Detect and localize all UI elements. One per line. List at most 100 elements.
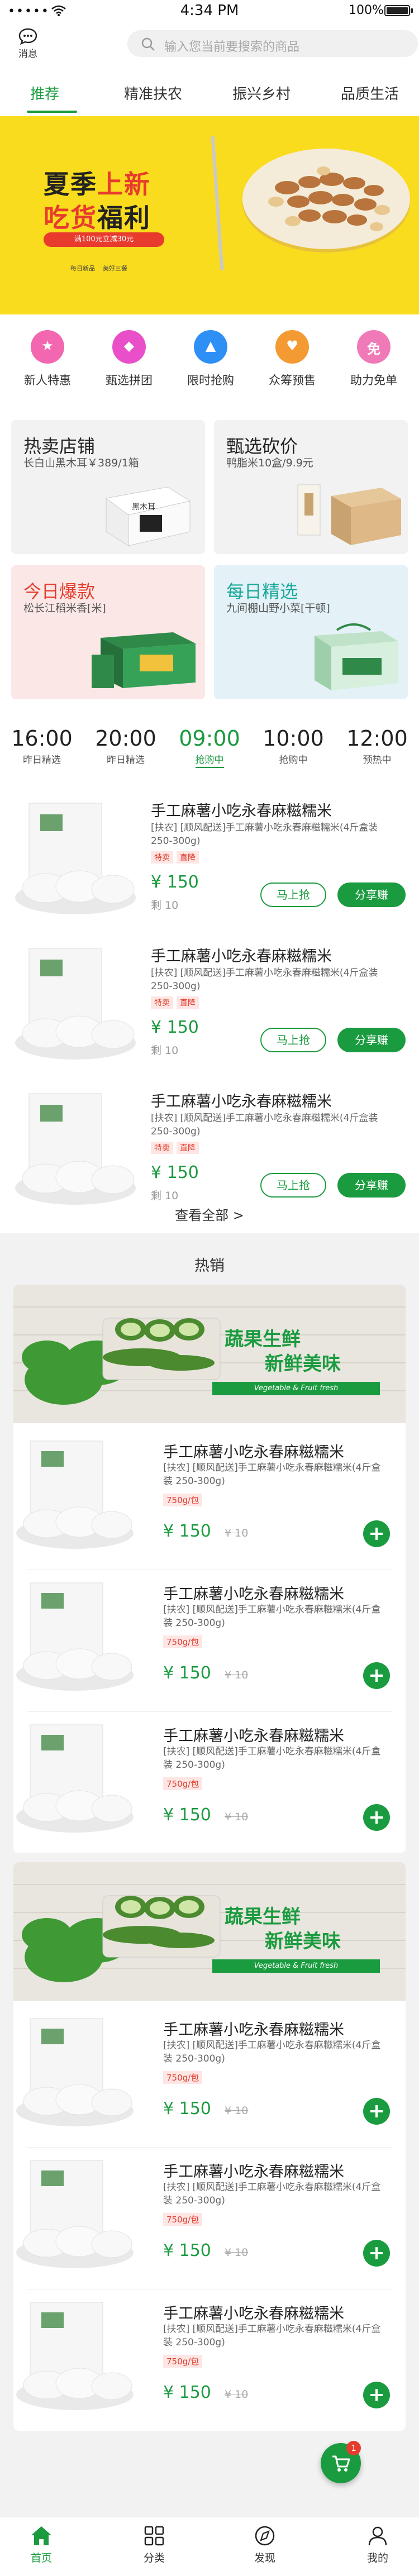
tab-quality-life[interactable]: 品质生活 — [341, 83, 399, 103]
nav-discover[interactable]: 发现 — [231, 2525, 298, 2565]
stock-remaining: 剩 10 — [151, 899, 179, 912]
heart-hand-icon: ♥ — [275, 330, 309, 364]
card-daily-pick[interactable]: 每日精选 九间棚山野小菜[干顿] — [214, 565, 408, 699]
stock-remaining: 剩 10 — [151, 1190, 179, 1202]
home-icon — [31, 2526, 51, 2545]
quick-crowdfunding[interactable]: ♥ 众筹预售 — [261, 330, 323, 388]
active-tab-indicator — [27, 111, 77, 113]
banner-english: Vegetable & Fruit fresh — [212, 1959, 380, 1973]
quick-group-buy[interactable]: ◆ 甄选拼团 — [98, 330, 160, 388]
mochi-product-image — [15, 948, 136, 1060]
fresh-produce-banner[interactable]: 蔬果生鲜 新鲜美味 Vegetable & Fruit fresh — [13, 1285, 406, 1423]
banner-title: 蔬果生鲜 — [225, 1328, 301, 1351]
grab-button[interactable]: 马上抢 — [260, 1028, 326, 1052]
hot-item[interactable]: 手工麻薯小吃永春麻糍糯米 [扶农] [顺风配送]手工麻薯小吃永春麻糍糯米(4斤盒… — [13, 1711, 406, 1853]
tab-precision-farming[interactable]: 精准扶农 — [124, 83, 182, 103]
banner-line-1: 夏季上新 — [44, 169, 151, 199]
flash-slot[interactable]: 12:00 预热中 — [335, 726, 419, 766]
original-price: ¥ 10 — [225, 1527, 249, 1539]
flash-slot[interactable]: 20:00 昨日精选 — [84, 726, 168, 766]
search-input[interactable]: 输入您当前要搜索的商品 — [127, 30, 418, 57]
flash-sale-section: 16:00 昨日精选 20:00 昨日精选 09:00 抢购中 10:00 抢购… — [0, 714, 419, 1233]
hot-item[interactable]: 手工麻薯小吃永春麻糍糯米 [扶农] [顺风配送]手工麻薯小吃永春麻糍糯米(4斤盒… — [13, 2005, 406, 2148]
nav-category[interactable]: 分类 — [121, 2525, 188, 2565]
mochi-product-image — [15, 803, 136, 914]
quick-free-order[interactable]: 免 助力免单 — [343, 330, 404, 388]
nav-home[interactable]: 首页 — [8, 2525, 75, 2565]
battery-icon — [384, 5, 410, 16]
flash-slot[interactable]: 16:00 昨日精选 — [0, 726, 84, 766]
add-to-cart-button[interactable] — [363, 1520, 390, 1547]
product-desc: [扶农] [顺风配送]手工麻薯小吃永春麻糍糯米(4斤盒装 250-300g) — [163, 1604, 381, 1629]
flash-slot[interactable]: 10:00 抢购中 — [251, 726, 335, 766]
search-header: 消息 输入您当前要搜索的商品 — [0, 22, 419, 70]
product-desc: [扶农] [顺风配送]手工麻薯小吃永春麻糍糯米(4斤盒装 250-300g) — [163, 2182, 381, 2206]
banner-english: Vegetable & Fruit fresh — [212, 1382, 380, 1395]
battery-percent: 100% — [349, 3, 384, 17]
product-box-image — [297, 484, 401, 545]
fresh-produce-banner[interactable]: 蔬果生鲜 新鲜美味 Vegetable & Fruit fresh — [13, 1862, 406, 2001]
hot-sale-section: 热销 蔬果生鲜 新鲜美味 Vegetable & Fruit fresh 手工麻… — [0, 1242, 419, 2493]
mochi-product-image — [16, 1582, 134, 1691]
mochi-product-image — [16, 2018, 134, 2126]
mochi-product-image — [16, 2160, 134, 2268]
banner-footnote: 每日新品 美好三餐 — [70, 265, 127, 272]
card-hot-shops[interactable]: 热卖店铺 长白山黑木耳￥389/1箱 黑木耳 — [11, 420, 205, 554]
card-today-hot[interactable]: 今日爆款 松长江稻米香[米] — [11, 565, 205, 699]
mochi-product-image — [16, 1724, 134, 1833]
hot-item[interactable]: 手工麻薯小吃永春麻糍糯米 [扶农] [顺风配送]手工麻薯小吃永春麻糍糯米(4斤盒… — [13, 1428, 406, 1571]
product-unit: 750g/包 — [163, 2071, 203, 2084]
add-to-cart-button[interactable] — [363, 2098, 390, 2125]
product-name: 手工麻薯小吃永春麻糍糯米 — [163, 2021, 344, 2039]
nav-profile[interactable]: 我的 — [344, 2525, 411, 2565]
share-earn-button[interactable]: 分享赚 — [337, 1028, 406, 1052]
hero-banner[interactable]: 夏季上新 吃货福利 满100元立减30元 每日新品 美好三餐 — [0, 116, 419, 314]
share-earn-button[interactable]: 分享赚 — [337, 1173, 406, 1198]
product-price: ¥ 150 — [151, 1163, 199, 1182]
hot-item[interactable]: 手工麻薯小吃永春麻糍糯米 [扶农] [顺风配送]手工麻薯小吃永春麻糍糯米(4斤盒… — [13, 2147, 406, 2290]
quick-flash-sale[interactable]: ▲ 限时抢购 — [180, 330, 241, 388]
banner-subtitle: 新鲜美味 — [265, 1353, 341, 1375]
nuts-bowl-image — [242, 149, 410, 249]
vegetables-image — [13, 1884, 406, 1982]
product-name: 手工麻薯小吃永春麻糍糯米 — [151, 1093, 332, 1110]
product-box-image: 黑木耳 — [105, 486, 191, 546]
promo-grid: 热卖店铺 长白山黑木耳￥389/1箱 黑木耳 甄选砍价 鸭脂米10盒/9.9元 … — [0, 401, 419, 714]
original-price: ¥ 10 — [225, 1811, 249, 1823]
grab-button[interactable]: 马上抢 — [260, 882, 326, 907]
hot-item[interactable]: 手工麻薯小吃永春麻糍糯米 [扶农] [顺风配送]手工麻薯小吃永春麻糍糯米(4斤盒… — [13, 2289, 406, 2431]
quick-newcomer-deals[interactable]: ★ 新人特惠 — [17, 330, 78, 388]
flash-item[interactable]: 手工麻薯小吃永春麻糍糯米 [扶农] [顺风配送]手工麻薯小吃永春麻糍糯米(4斤盒… — [0, 938, 419, 1084]
add-to-cart-button[interactable] — [363, 1804, 390, 1831]
gift-icon: ★ — [31, 330, 64, 364]
add-to-cart-button[interactable] — [363, 2240, 390, 2267]
view-all-link[interactable]: 查看全部 > — [0, 1204, 419, 1224]
grab-button[interactable]: 马上抢 — [260, 1173, 326, 1198]
card-subtitle: 鸭脂米10盒/9.9元 — [226, 457, 313, 469]
vegetables-image — [13, 1306, 406, 1405]
hot-sale-group: 蔬果生鲜 新鲜美味 Vegetable & Fruit fresh 手工麻薯小吃… — [13, 1285, 406, 1853]
product-box-image — [315, 623, 398, 690]
chat-bubble-icon — [18, 28, 37, 45]
mochi-product-image — [15, 1093, 136, 1205]
product-name: 手工麻薯小吃永春麻糍糯米 — [163, 1444, 344, 1461]
product-unit: 750g/包 — [163, 2213, 203, 2226]
user-icon — [368, 2526, 387, 2546]
flash-slot-active[interactable]: 09:00 抢购中 — [168, 726, 251, 768]
add-to-cart-button[interactable] — [363, 2382, 390, 2408]
mochi-product-image — [16, 1440, 134, 1549]
stock-remaining: 剩 10 — [151, 1044, 179, 1057]
product-desc: [扶农] [顺风配送]手工麻薯小吃永春麻糍糯米(4斤盒装 250-300g) — [151, 822, 378, 847]
add-to-cart-button[interactable] — [363, 1662, 390, 1689]
tab-recommend[interactable]: 推荐 — [30, 83, 59, 103]
card-bargain[interactable]: 甄选砍价 鸭脂米10盒/9.9元 — [214, 420, 408, 554]
share-earn-button[interactable]: 分享赚 — [337, 882, 406, 907]
tab-rural-revival[interactable]: 振兴乡村 — [232, 83, 291, 103]
message-button[interactable]: 消息 — [15, 28, 41, 60]
card-subtitle: 九间棚山野小菜[干顿] — [226, 602, 330, 614]
product-price: ¥ 150 — [163, 1805, 211, 1825]
product-unit: 750g/包 — [163, 1777, 203, 1790]
hot-item[interactable]: 手工麻薯小吃永春麻糍糯米 [扶农] [顺风配送]手工麻薯小吃永春麻糍糯米(4斤盒… — [13, 1570, 406, 1712]
product-name: 手工麻薯小吃永春麻糍糯米 — [151, 948, 332, 965]
flash-item[interactable]: 手工麻薯小吃永春麻糍糯米 [扶农] [顺风配送]手工麻薯小吃永春麻糍糯米(4斤盒… — [0, 793, 419, 938]
